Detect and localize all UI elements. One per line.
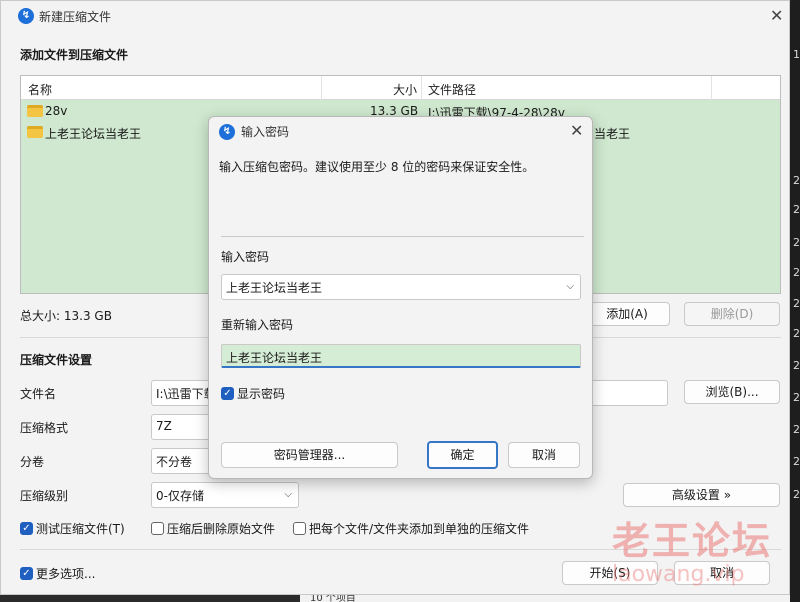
column-header-name[interactable]: 名称	[28, 81, 52, 98]
show-password-checkbox[interactable]: ✓	[221, 387, 234, 400]
reenter-password-label: 重新输入密码	[221, 318, 294, 332]
column-divider[interactable]	[711, 76, 712, 100]
main-titlebar: ↯ 新建压缩文件 ✕	[1, 1, 789, 31]
level-select[interactable]: 0-仅存储 ⌵	[151, 482, 299, 508]
password-label: 输入密码	[221, 250, 270, 264]
app-logo-icon: ↯	[219, 124, 235, 140]
add-button[interactable]: 添加(A)	[584, 302, 670, 326]
advanced-settings-button[interactable]: 高级设置 »	[623, 483, 780, 507]
format-value: 7Z	[156, 419, 172, 433]
browse-button[interactable]: 浏览(B)...	[684, 380, 780, 404]
folder-icon	[27, 105, 43, 117]
close-icon[interactable]: ✕	[570, 121, 583, 140]
delete-after-checkbox[interactable]	[151, 522, 164, 535]
background-number: 2	[793, 359, 800, 372]
password-manager-button[interactable]: 密码管理器...	[221, 442, 398, 468]
background-number: 2	[793, 266, 800, 279]
close-icon[interactable]: ✕	[770, 6, 783, 25]
reenter-password-input[interactable]: 上老王论坛当老王	[221, 344, 581, 368]
column-header-path[interactable]: 文件路径	[428, 81, 476, 98]
ok-button[interactable]: 确定	[427, 441, 498, 469]
background-number: 2	[793, 455, 800, 468]
background-number: 2	[793, 423, 800, 436]
format-label: 压缩格式	[20, 421, 69, 435]
background-number: 2	[793, 327, 800, 340]
column-header-size[interactable]: 大小	[393, 81, 417, 98]
password-value: 上老王论坛当老王	[226, 281, 323, 295]
total-size: 总大小: 13.3 GB	[20, 309, 112, 323]
split-value: 不分卷	[156, 455, 193, 469]
background-number: 2	[793, 488, 800, 501]
app-logo-icon: ↯	[18, 8, 34, 24]
file-name: 28v	[45, 104, 68, 118]
level-label: 压缩级别	[20, 489, 69, 503]
section-settings-title: 压缩文件设置	[20, 353, 93, 367]
dialog-cancel-button[interactable]: 取消	[508, 442, 580, 468]
divider	[221, 236, 584, 237]
filename-label: 文件名	[20, 387, 57, 401]
split-label: 分卷	[20, 455, 45, 469]
watermark-url: laowang.vip	[612, 562, 745, 587]
dialog-titlebar: ↯ 输入密码 ✕	[209, 117, 592, 145]
dialog-title: 输入密码	[241, 125, 290, 139]
dialog-description: 输入压缩包密码。建议使用至少 8 位的密码来保证安全性。	[219, 160, 535, 174]
separate-archives-checkbox[interactable]	[293, 522, 306, 535]
more-options-label[interactable]: 更多选项...	[36, 565, 95, 582]
separate-archives-label[interactable]: 把每个文件/文件夹添加到单独的压缩文件	[309, 520, 529, 537]
background-number: 2	[793, 203, 800, 216]
background-number: 2	[793, 391, 800, 404]
delete-button[interactable]: 删除(D)	[684, 302, 780, 326]
chevron-down-icon[interactable]: ⌵	[566, 281, 574, 292]
watermark-logo: 老王论坛	[612, 519, 773, 563]
column-divider[interactable]	[321, 76, 322, 100]
background-number: 2	[793, 174, 800, 187]
column-divider[interactable]	[421, 76, 422, 100]
show-password-label[interactable]: 显示密码	[237, 385, 285, 402]
folder-icon	[27, 126, 43, 138]
background-number: 2	[793, 297, 800, 310]
password-input[interactable]: 上老王论坛当老王 ⌵	[221, 274, 581, 300]
background-number: 2	[793, 236, 800, 249]
test-archive-checkbox[interactable]: ✓	[20, 522, 33, 535]
file-path: 当老王	[594, 127, 631, 141]
window-title: 新建压缩文件	[39, 10, 112, 24]
section-add-files-title: 添加文件到压缩文件	[20, 48, 129, 62]
more-options-checkbox[interactable]: ✓	[20, 567, 33, 580]
table-header: 名称 大小 文件路径	[21, 76, 780, 100]
delete-after-label[interactable]: 压缩后删除原始文件	[167, 520, 275, 537]
test-archive-label[interactable]: 测试压缩文件(T)	[36, 520, 125, 537]
background-number: 1	[793, 48, 800, 61]
chevron-down-icon: ⌵	[284, 489, 292, 500]
password-dialog: ↯ 输入密码 ✕ 输入压缩包密码。建议使用至少 8 位的密码来保证安全性。 输入…	[208, 116, 593, 479]
level-value: 0-仅存储	[156, 489, 204, 503]
file-name: 上老王论坛当老王	[45, 127, 142, 141]
